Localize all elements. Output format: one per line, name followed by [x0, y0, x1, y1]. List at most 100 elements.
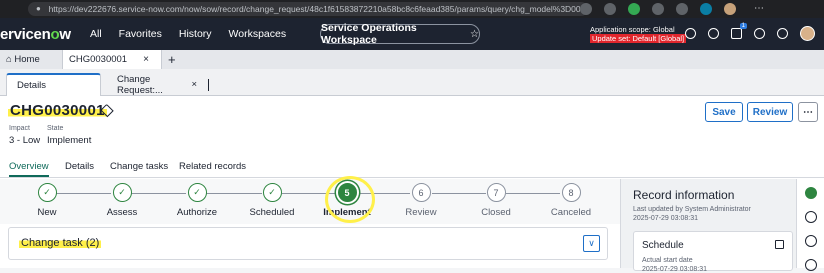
- chat-icon[interactable]: 1: [731, 23, 747, 39]
- step-label: Authorize: [176, 207, 218, 218]
- step-number: 8: [561, 183, 581, 202]
- attachments-icon[interactable]: [805, 259, 817, 271]
- record-sub-tabs: Details Change Request:... ×: [0, 69, 824, 96]
- step-number: 7: [486, 183, 506, 202]
- logo-text-end: w: [59, 26, 71, 43]
- subtab-details-label: Details: [17, 80, 47, 91]
- application-scope: Application scope: Global: [590, 25, 675, 34]
- workspace-title: Service Operations Workspace: [321, 22, 417, 46]
- notifications-icon[interactable]: [777, 28, 788, 39]
- schedule-card: Schedule Actual start date 2025-07-29 03…: [633, 231, 793, 273]
- step-authorize[interactable]: ✓ Authorize: [157, 183, 237, 218]
- nav-history[interactable]: History: [179, 28, 212, 40]
- close-icon[interactable]: ×: [143, 54, 149, 65]
- url-text[interactable]: https://dev222676.service-now.com/now/so…: [49, 4, 588, 14]
- star-icon[interactable]: ☆: [470, 29, 479, 40]
- tab-related-records[interactable]: Related records: [179, 161, 246, 172]
- new-tab-button[interactable]: +: [168, 52, 176, 67]
- browser-menu-icon[interactable]: ⋯: [754, 3, 764, 15]
- step-label: New: [37, 207, 57, 218]
- workspace-tab-strip: ⌂ Home CHG0030001 × +: [0, 50, 824, 69]
- last-updated-by: Last updated by System Administrator: [633, 206, 751, 213]
- search-icon[interactable]: [685, 28, 696, 39]
- step-review[interactable]: 6 Review: [381, 183, 461, 218]
- record-tabs: Overview Details Change tasks Related re…: [0, 160, 824, 178]
- address-bar[interactable]: ● https://dev222676.service-now.com/now/…: [28, 2, 588, 16]
- panel-title: Record information: [633, 188, 735, 202]
- step-new[interactable]: ✓ New: [7, 183, 87, 218]
- tab-home[interactable]: ⌂ Home: [0, 50, 62, 69]
- step-check-icon: ✓: [262, 183, 282, 202]
- more-actions-button[interactable]: ⋯: [798, 102, 818, 122]
- servicenow-header: ervicenow All Favorites History Workspac…: [0, 18, 824, 50]
- lock-icon: ●: [36, 4, 41, 13]
- tab-home-label: Home: [14, 54, 40, 65]
- record-info-icon[interactable]: [805, 187, 817, 199]
- logo-text-o: o: [50, 26, 60, 43]
- schedule-title: Schedule: [642, 240, 684, 251]
- favorites-icon[interactable]: [676, 3, 688, 15]
- workspace-pill[interactable]: Service Operations Workspace ☆: [320, 22, 480, 46]
- last-updated-at: 2025-07-29 03:08:31: [633, 215, 698, 222]
- logo-text-start: ervicen: [0, 26, 51, 43]
- scope-info[interactable]: Application scope: Global Update set: De…: [590, 25, 687, 43]
- step-number: 6: [411, 183, 431, 202]
- step-label: Canceled: [550, 207, 592, 218]
- step-label: Closed: [481, 207, 511, 218]
- step-assess[interactable]: ✓ Assess: [82, 183, 162, 218]
- subtab-details[interactable]: Details: [6, 73, 101, 96]
- step-check-icon: ✓: [187, 183, 207, 202]
- tab-record-label: CHG0030001: [69, 54, 128, 65]
- agent-assist-icon[interactable]: [805, 235, 817, 247]
- change-task-card: Change task (2) ∨: [8, 227, 608, 260]
- step-closed[interactable]: 7 Closed: [456, 183, 536, 218]
- nav-favorites[interactable]: Favorites: [119, 28, 162, 40]
- servicenow-logo[interactable]: ervicenow: [0, 26, 71, 43]
- calendar-icon[interactable]: [775, 240, 784, 249]
- tab-details[interactable]: Details: [65, 161, 94, 172]
- step-scheduled[interactable]: ✓ Scheduled: [232, 183, 312, 218]
- actual-start-label: Actual start date: [642, 257, 693, 264]
- browser-extensions: ⋯: [580, 3, 764, 15]
- tab-overview[interactable]: Overview: [9, 161, 49, 177]
- tab-change-tasks[interactable]: Change tasks: [110, 161, 168, 172]
- chevron-down-icon[interactable]: ∨: [583, 235, 600, 252]
- chat-badge: 1: [739, 23, 747, 29]
- home-icon: ⌂: [6, 54, 12, 65]
- state-progress-stepper: ✓ New ✓ Assess ✓ Authorize ✓ Scheduled 5…: [0, 179, 620, 224]
- browser-profile-avatar[interactable]: [724, 3, 736, 15]
- record-page: CHG0030001 Save Review ⋯ Impact 3 - Low …: [0, 96, 824, 273]
- help-icon[interactable]: [754, 28, 765, 39]
- step-canceled[interactable]: 8 Canceled: [531, 183, 611, 218]
- notifications-icon[interactable]: [805, 211, 817, 223]
- text-cursor: [208, 79, 209, 91]
- save-button[interactable]: Save: [705, 102, 743, 122]
- last-updated: Last updated by System Administrator 202…: [633, 205, 751, 223]
- impact-label: Impact: [9, 125, 31, 132]
- nav-all[interactable]: All: [90, 28, 102, 40]
- subtab-change-request[interactable]: Change Request:... ×: [107, 73, 207, 96]
- globe-icon[interactable]: [708, 28, 719, 39]
- highlight-annotation: [325, 176, 375, 223]
- change-task-title: Change task (2): [19, 237, 102, 249]
- update-set: Update set: Default [Global]: [590, 34, 687, 43]
- split-screen-icon[interactable]: [652, 3, 664, 15]
- nav-workspaces[interactable]: Workspaces: [229, 28, 287, 40]
- subtab-change-request-label: Change Request:...: [117, 73, 163, 96]
- contextual-side-rail: [796, 179, 824, 271]
- extension-icon[interactable]: [628, 3, 640, 15]
- favorite-star-icon[interactable]: [604, 3, 616, 15]
- user-avatar[interactable]: [800, 26, 815, 41]
- read-aloud-icon[interactable]: [580, 3, 592, 15]
- main-nav: All Favorites History Workspaces: [90, 28, 286, 40]
- step-label: Scheduled: [249, 207, 295, 218]
- record-number: CHG0030001: [8, 102, 107, 119]
- copilot-icon[interactable]: [700, 3, 712, 15]
- tab-chg0030001[interactable]: CHG0030001 ×: [62, 50, 162, 69]
- close-icon[interactable]: ×: [191, 79, 197, 90]
- review-button[interactable]: Review: [747, 102, 793, 122]
- step-check-icon: ✓: [112, 183, 132, 202]
- record-information-panel: Record information Last updated by Syste…: [620, 179, 796, 273]
- step-check-icon: ✓: [37, 183, 57, 202]
- browser-toolbar: ● https://dev222676.service-now.com/now/…: [0, 0, 824, 18]
